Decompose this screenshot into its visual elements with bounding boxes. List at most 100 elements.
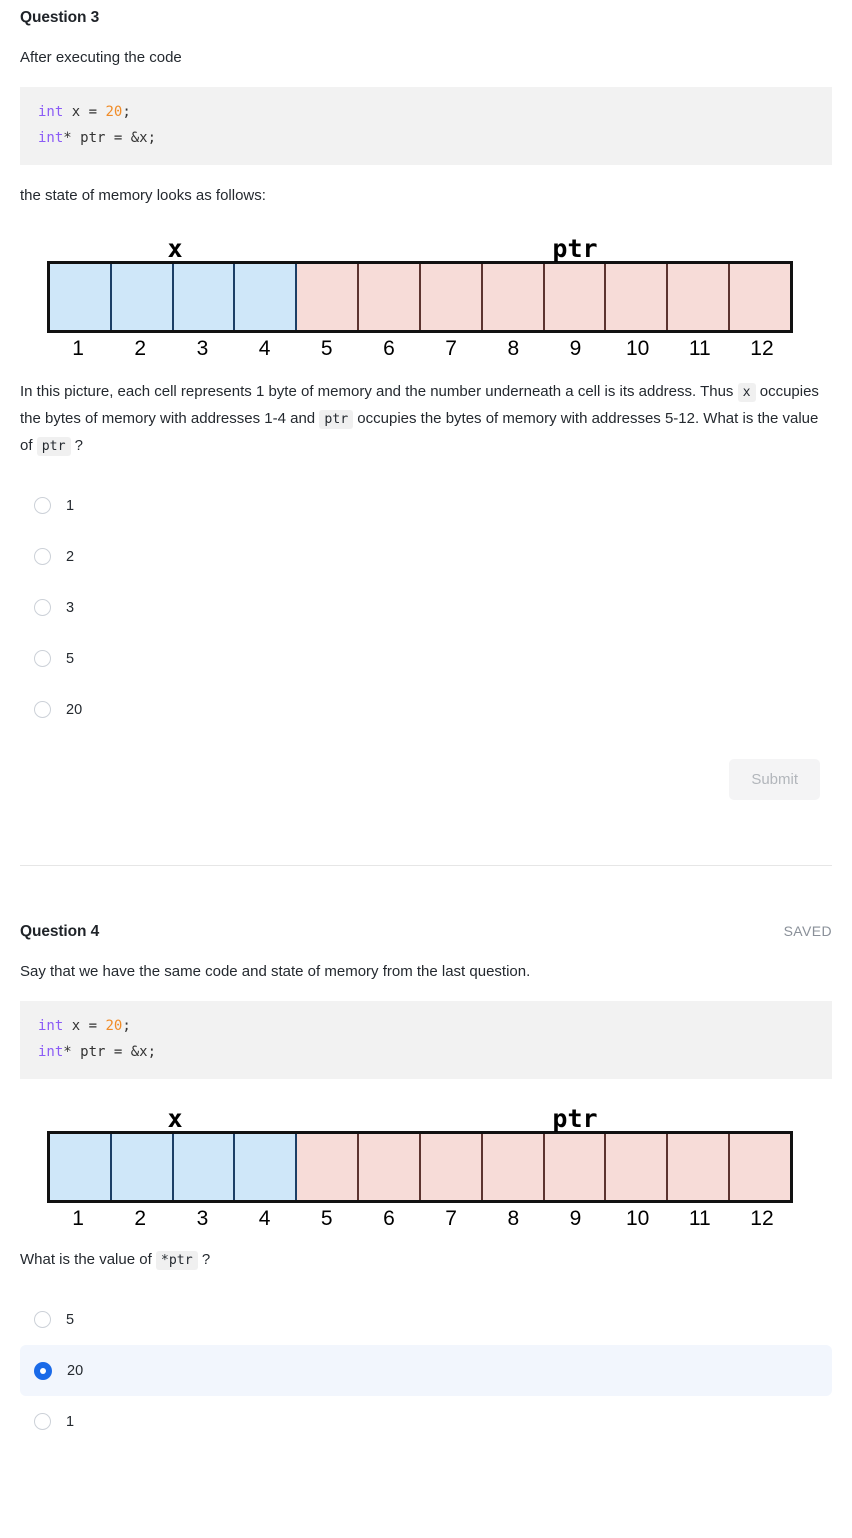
option-label: 3 [66,599,75,616]
memory-address: 3 [196,1207,209,1230]
divider-spacer [20,866,832,914]
memory-diagram-2-labels: x ptr [20,1097,832,1131]
memory-diagram-2: x ptr 1 2 3 4 5 6 7 8 9 10 11 12 [20,1097,832,1231]
option-row-4[interactable]: 5 [20,633,832,684]
option-row-3[interactable]: 1 [20,1396,832,1447]
radio-button-icon[interactable] [34,599,51,616]
submit-button[interactable]: Submit [729,759,820,800]
memory-cell-7 [420,1134,483,1200]
question-4-header: Question 4 SAVED [20,914,832,941]
question-4-options: 5 20 1 [20,1294,832,1447]
question-3-header: Question 3 [20,0,832,27]
option-label: 2 [66,548,75,565]
code-number-literal: 20 [105,104,123,120]
memory-label-x: x [167,234,183,263]
memory-cell-8 [482,264,545,330]
code-keyword-int: int [38,130,64,146]
memory-cell-5 [297,1134,360,1200]
inline-code-x: x [737,383,756,402]
memory-cell-2 [111,264,174,330]
memory-label-x: x [167,1104,183,1133]
memory-cell-9 [544,1134,607,1200]
memory-address: 2 [134,1207,147,1230]
question-4-prompt: What is the value of *ptr ? [20,1247,832,1274]
memory-label-ptr: ptr [552,1104,598,1133]
radio-button-icon[interactable] [34,1413,51,1430]
memory-address: 4 [258,1207,271,1230]
question-4-code-block: int x = 20; int* ptr = &x; [20,1001,832,1079]
question-3-block: Question 3 After executing the code int … [20,0,832,800]
radio-button-icon[interactable] [34,548,51,565]
radio-button-icon[interactable] [34,650,51,667]
memory-diagram-1-labels: x ptr [20,227,832,261]
memory-cell-5 [297,264,360,330]
code-text: x = [63,104,106,120]
memory-address: 4 [258,337,271,360]
radio-button-icon[interactable] [34,497,51,514]
question-3-title: Question 3 [20,9,100,26]
memory-address: 11 [688,1207,711,1230]
option-label: 5 [66,1311,75,1328]
code-text: * ptr = &x; [63,130,157,146]
memory-cell-8 [482,1134,545,1200]
memory-cell-4 [235,264,298,330]
memory-address: 11 [688,337,711,360]
code-text: * ptr = &x; [63,1044,157,1060]
question-3-options: 1 2 3 5 20 [20,480,832,735]
memory-cell-3 [173,1134,236,1200]
memory-address: 6 [383,1207,395,1230]
radio-button-icon[interactable] [34,1311,51,1328]
memory-addresses-row-2: 1 2 3 4 5 6 7 8 9 10 11 12 [47,1207,793,1231]
memory-cell-12 [730,1134,790,1200]
memory-address: 12 [750,337,774,360]
option-row-2[interactable]: 2 [20,531,832,582]
memory-address: 8 [507,1207,520,1230]
memory-cell-2 [111,1134,174,1200]
memory-address: 1 [72,337,84,360]
option-row-3[interactable]: 3 [20,582,832,633]
code-keyword-int: int [38,1018,64,1034]
option-label: 5 [66,650,75,667]
code-text: x = [63,1018,106,1034]
memory-cell-3 [173,264,236,330]
explanation-text: ? [70,437,84,454]
memory-cell-6 [359,264,421,330]
quiz-page: Question 3 After executing the code int … [0,0,852,1447]
code-text: ; [122,104,131,120]
memory-address: 8 [507,337,520,360]
memory-cells-row-2 [47,1131,793,1203]
prompt-text: ? [197,1251,211,1268]
memory-cell-1 [50,264,112,330]
memory-addresses-row-1: 1 2 3 4 5 6 7 8 9 10 11 12 [47,337,793,361]
question-4-title: Question 4 [20,923,100,940]
memory-address: 10 [625,337,650,360]
inline-code-deref-ptr: *ptr [155,1251,198,1270]
memory-cell-12 [730,264,790,330]
option-row-1[interactable]: 1 [20,480,832,531]
question-3-explanation: In this picture, each cell represents 1 … [20,379,832,460]
radio-button-icon[interactable] [34,701,51,718]
question-4-block: Question 4 SAVED Say that we have the sa… [20,914,832,1447]
inline-code-ptr: ptr [36,437,71,456]
option-row-2-selected[interactable]: 20 [20,1345,832,1396]
memory-cell-7 [420,264,483,330]
question-3-code-block: int x = 20; int* ptr = &x; [20,87,832,165]
memory-address: 7 [445,1207,457,1230]
explanation-text: In this picture, each cell represents 1 … [20,383,738,400]
question-3-after-code: the state of memory looks as follows: [20,187,266,204]
option-row-1[interactable]: 5 [20,1294,832,1345]
memory-address: 3 [196,337,209,360]
memory-cells-row-1 [47,261,793,333]
memory-cell-10 [606,1134,669,1200]
question-3-intro: After executing the code [20,49,182,66]
option-row-5[interactable]: 20 [20,684,832,735]
memory-cell-9 [544,264,607,330]
memory-cell-11 [668,1134,731,1200]
question-4-saved-badge: SAVED [783,923,832,939]
radio-button-icon-selected[interactable] [34,1361,52,1380]
memory-address: 1 [72,1207,84,1230]
memory-address: 5 [320,1207,333,1230]
memory-address: 12 [750,1207,774,1230]
question-4-intro: Say that we have the same code and state… [20,963,531,980]
memory-label-ptr: ptr [552,234,598,263]
